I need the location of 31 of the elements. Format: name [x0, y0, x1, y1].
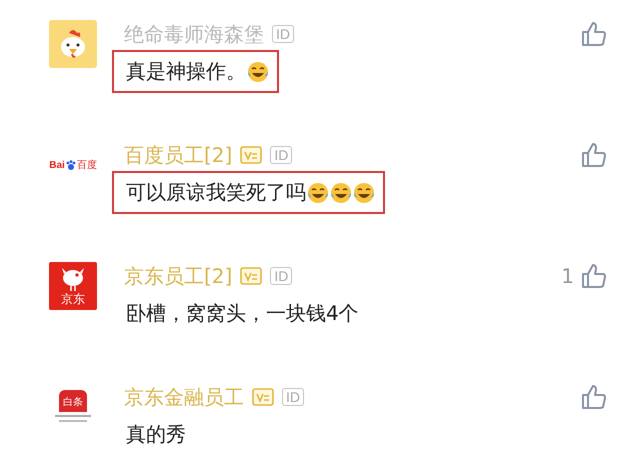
- laughing-tears-emoji-icon: [307, 182, 329, 204]
- logo: 白条: [59, 390, 87, 412]
- thumbs-up-icon[interactable]: [580, 141, 608, 169]
- id-badge: ID: [272, 25, 294, 43]
- comment-text: 真的秀: [126, 421, 186, 448]
- verified-badge-icon: [240, 267, 262, 285]
- thumbs-up-icon[interactable]: [580, 20, 608, 48]
- laughing-tears-emoji-icon: [353, 182, 375, 204]
- logo-text: 百度: [76, 158, 97, 172]
- fine-print-icon: [53, 414, 93, 424]
- logo-text: Bai: [49, 160, 65, 170]
- chicken-avatar-icon: [49, 20, 97, 68]
- id-badge: ID: [270, 146, 292, 164]
- verified-badge-icon: [240, 146, 262, 164]
- comment-text: 卧槽，窝窝头，一块钱4个: [126, 300, 359, 327]
- user-name[interactable]: 绝命毒师海森堡: [124, 20, 264, 48]
- logo-text: 京东: [61, 292, 85, 306]
- user-name[interactable]: 百度员工[2]: [124, 142, 232, 168]
- thumbs-up-icon[interactable]: [580, 383, 608, 411]
- paw-icon: [66, 160, 76, 170]
- comment-text: 真是神操作。: [126, 58, 246, 85]
- verified-badge-icon: [252, 388, 274, 406]
- comment-text: 可以原谅我笑死了吗: [126, 179, 306, 206]
- id-badge: ID: [270, 267, 292, 285]
- thumbs-up-icon[interactable]: [580, 262, 608, 290]
- laughing-tears-emoji-icon: [247, 60, 269, 82]
- user-name[interactable]: 京东员工[2]: [124, 262, 232, 290]
- id-badge: ID: [282, 388, 304, 406]
- like-count: 1: [561, 264, 574, 288]
- user-name[interactable]: 京东金融员工: [124, 384, 244, 410]
- laughing-tears-emoji-icon: [330, 182, 352, 204]
